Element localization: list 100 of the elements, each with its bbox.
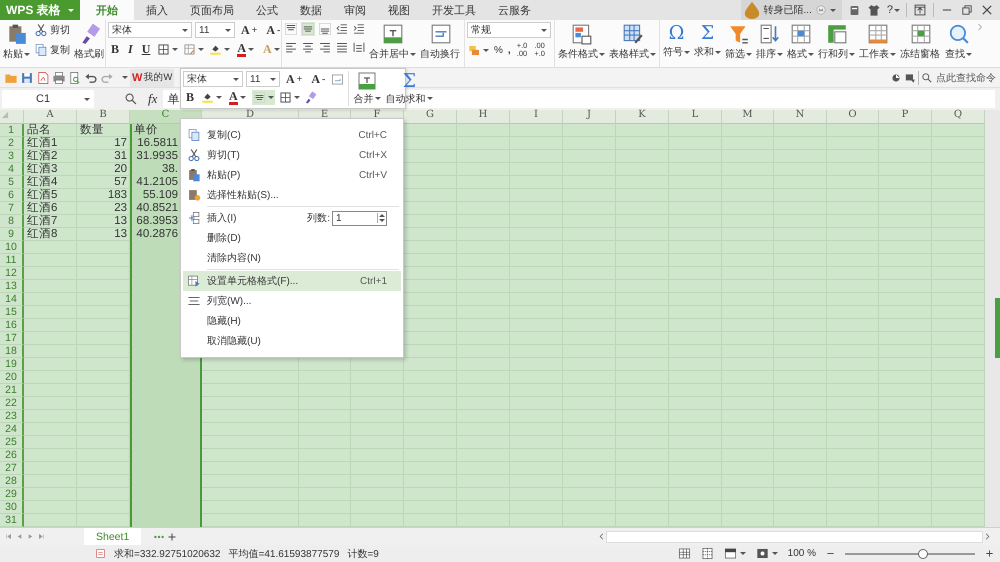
cut-button[interactable]: 剪切: [33, 22, 71, 38]
ribbon-button[interactable]: 行和列: [817, 22, 856, 62]
ribbon-tab[interactable]: 视图: [378, 0, 420, 20]
format-painter-button[interactable]: 格式刷: [73, 22, 106, 62]
ribbon-button[interactable]: 格式: [786, 22, 815, 62]
account-button[interactable]: 转身已陌...: [740, 0, 842, 20]
menu-item[interactable]: 设置单元格格式(F)...: [205, 274, 360, 288]
ribbon-tab[interactable]: 数据: [290, 0, 332, 20]
column-header[interactable]: P: [879, 110, 932, 124]
column-header[interactable]: L: [669, 110, 722, 124]
ribbon-button[interactable]: Ω 符号: [662, 22, 691, 60]
ribbon-button[interactable]: 冻结窗格: [899, 22, 942, 62]
column-header[interactable]: Q: [932, 110, 985, 124]
name-box[interactable]: C1: [2, 90, 94, 108]
align-left-button[interactable]: [284, 40, 298, 54]
column-header[interactable]: O: [827, 110, 879, 124]
borders-button[interactable]: [156, 42, 180, 57]
column-header[interactable]: H: [457, 110, 510, 124]
decrease-indent-button[interactable]: [335, 22, 349, 36]
command-search-button[interactable]: 点此查找命令: [921, 70, 996, 84]
comma-button[interactable]: ,: [506, 44, 512, 56]
bold-button[interactable]: B: [183, 90, 198, 105]
align-button[interactable]: [252, 90, 275, 105]
font-name-field[interactable]: 宋体: [183, 71, 243, 87]
horizontal-scrollbar[interactable]: [606, 530, 983, 542]
cell-input-icon: [331, 72, 344, 86]
column-header[interactable]: G: [404, 110, 457, 124]
column-header[interactable]: B: [77, 110, 130, 124]
font-size-field[interactable]: 11: [195, 22, 235, 38]
bold-button[interactable]: B: [108, 42, 122, 57]
merge-center-button[interactable]: 合并居中: [368, 22, 417, 62]
menu-item[interactable]: 插入(I): [205, 211, 308, 225]
font-name-field[interactable]: 宋体: [108, 22, 192, 38]
ribbon-button[interactable]: 筛选: [724, 22, 753, 62]
copy-button[interactable]: 复制: [33, 42, 71, 58]
increase-indent-button[interactable]: [352, 22, 366, 36]
caret-icon: [740, 552, 746, 555]
ribbon-button[interactable]: 条件格式: [557, 22, 606, 62]
distributed-button[interactable]: [352, 40, 366, 54]
ribbon-button[interactable]: 排序: [755, 22, 784, 62]
ribbon-tab[interactable]: 审阅: [334, 0, 376, 20]
sheet-tab[interactable]: Sheet1: [84, 528, 142, 545]
column-header[interactable]: I: [510, 110, 563, 124]
table-cell-text: 40.8521: [135, 202, 179, 215]
underline-button[interactable]: U: [138, 42, 154, 57]
font-color-button[interactable]: A: [226, 90, 249, 104]
ribbon-tab[interactable]: 开始: [80, 0, 134, 20]
page-break-view-icon: [700, 547, 714, 560]
ribbon-tab[interactable]: 云服务: [488, 0, 541, 20]
my-wps-tab[interactable]: W我的W: [130, 68, 174, 86]
menu-item[interactable]: 取消隐藏(U): [205, 334, 395, 348]
ribbon-tab[interactable]: 开发工具: [422, 0, 486, 20]
ribbon-tab[interactable]: 公式: [246, 0, 288, 20]
justify-button[interactable]: [335, 40, 349, 54]
percent-button[interactable]: %: [493, 44, 504, 56]
menu-item[interactable]: 列宽(W)...: [205, 294, 395, 308]
menu-item[interactable]: 粘贴(P): [205, 168, 359, 182]
ribbon-button[interactable]: 工作表: [858, 22, 897, 62]
caret-icon: [541, 28, 547, 32]
align-bottom-button[interactable]: [318, 22, 332, 36]
column-header[interactable]: A: [24, 110, 77, 124]
menu-item[interactable]: 删除(D): [205, 231, 395, 245]
font-size-field[interactable]: 11: [246, 71, 280, 87]
table-cell-text: 31: [113, 150, 128, 163]
wrap-text-button[interactable]: 自动换行: [419, 22, 462, 62]
menu-item[interactable]: 复制(C): [205, 128, 358, 142]
align-right-icon: [318, 40, 332, 54]
caret-icon: [830, 8, 836, 12]
align-middle-button[interactable]: [301, 22, 315, 36]
borders-button[interactable]: [278, 90, 301, 105]
zoom-slider-thumb[interactable]: [918, 548, 928, 558]
function-button[interactable]: fx: [148, 91, 158, 107]
column-header[interactable]: K: [616, 110, 669, 124]
italic-button[interactable]: I: [125, 42, 136, 57]
ribbon-tab[interactable]: 插入: [136, 0, 178, 20]
app-menu-button[interactable]: WPS 表格: [0, 0, 80, 20]
font-color-button[interactable]: A: [234, 42, 258, 56]
paste-button[interactable]: 粘贴: [2, 22, 31, 62]
table-style-icon: [622, 23, 644, 45]
number-format-field[interactable]: 常规: [467, 22, 551, 38]
menu-item[interactable]: 隐藏(H): [205, 314, 395, 328]
align-center-button[interactable]: [301, 40, 315, 54]
align-top-button[interactable]: [284, 22, 298, 36]
table-cell-text: 183: [106, 189, 128, 202]
align-right-button[interactable]: [318, 40, 332, 54]
column-header[interactable]: J: [563, 110, 616, 124]
help-button[interactable]: ?: [886, 4, 900, 16]
spinner-field[interactable]: 1: [332, 210, 387, 226]
add-sheet-icon: [167, 532, 178, 542]
ribbon-button[interactable]: 表格样式: [608, 22, 657, 62]
ribbon-tab[interactable]: 页面布局: [180, 0, 244, 20]
column-header[interactable]: N: [774, 110, 827, 124]
cell-style-button[interactable]: [182, 42, 206, 57]
ribbon-button[interactable]: Σ 求和: [693, 22, 722, 60]
column-header[interactable]: M: [722, 110, 774, 124]
menu-item[interactable]: 选择性粘贴(S)...: [205, 188, 395, 202]
ribbon-button[interactable]: 查找: [944, 22, 973, 62]
menu-item[interactable]: 剪切(T): [205, 148, 359, 162]
scrollbar-thumb[interactable]: [995, 298, 1000, 358]
menu-item[interactable]: 清除内容(N): [205, 251, 395, 265]
